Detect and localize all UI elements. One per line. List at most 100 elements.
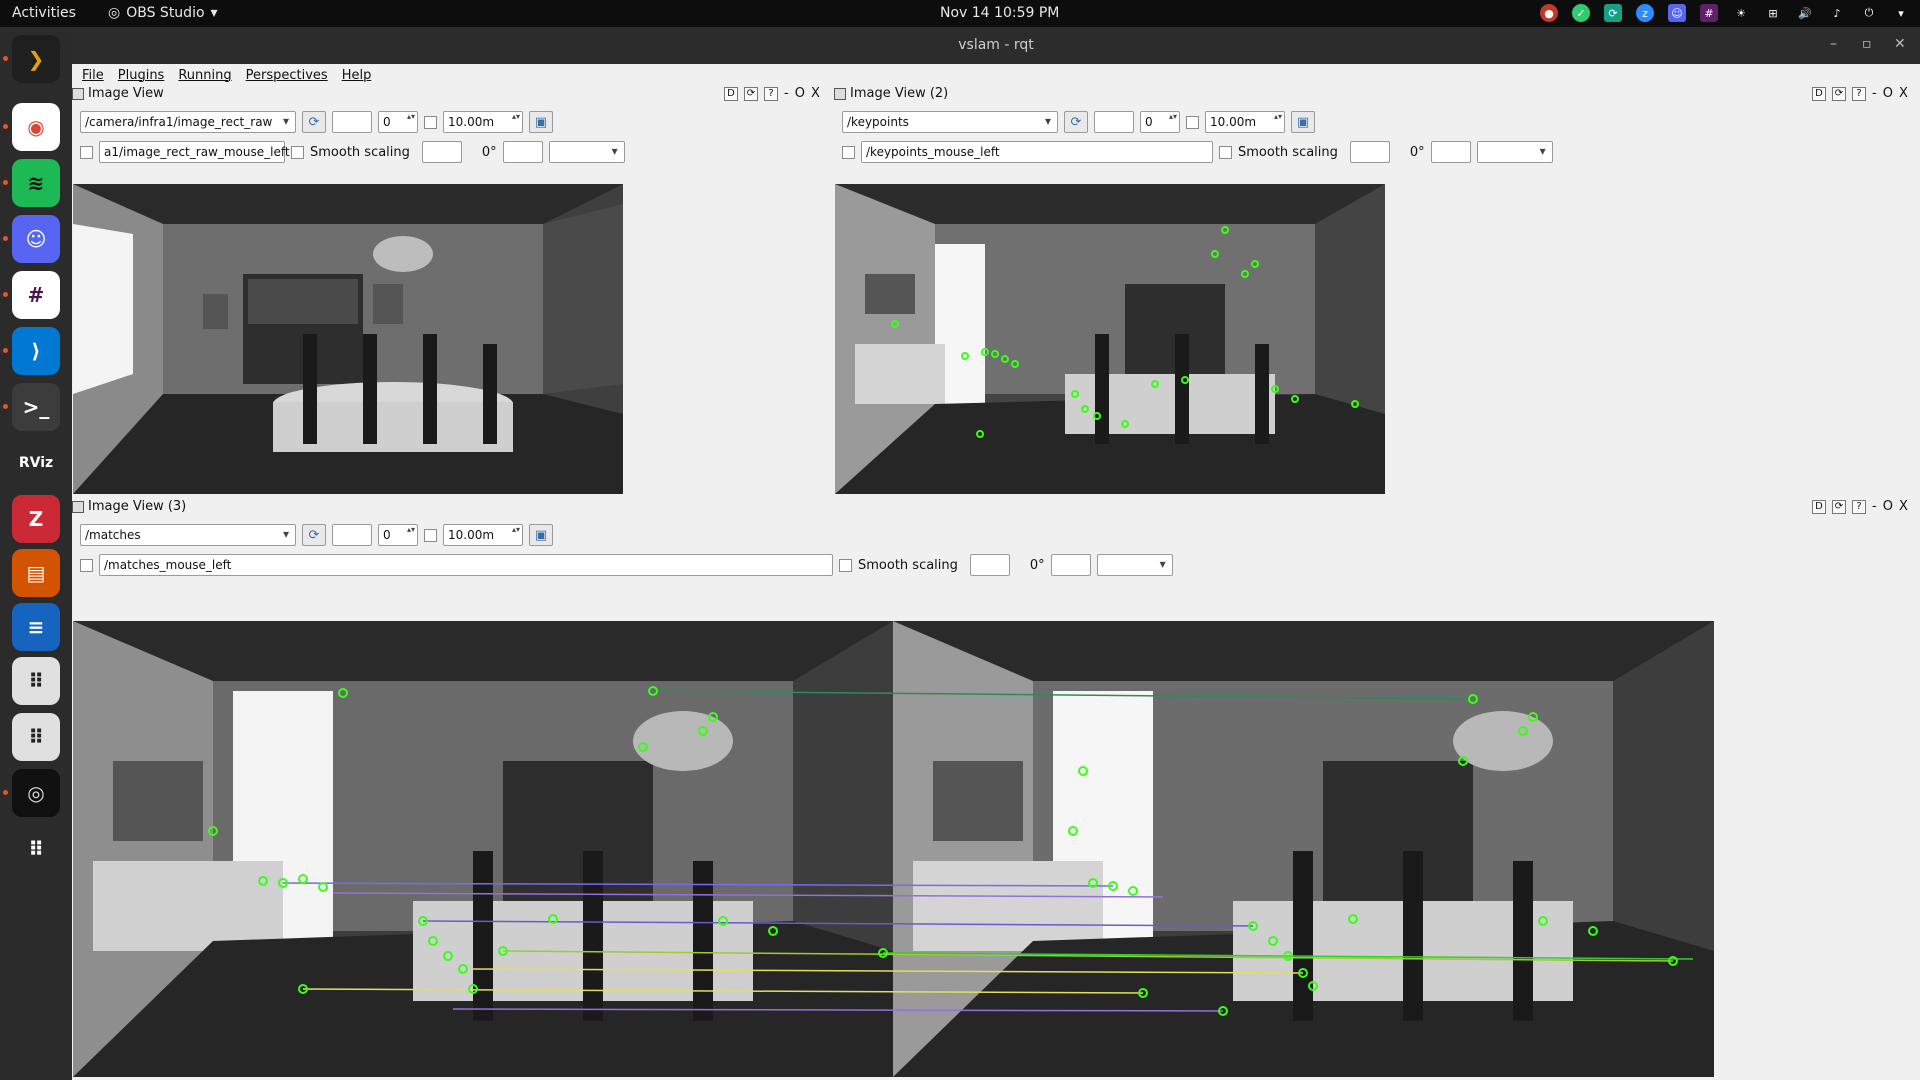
smooth-scaling-checkbox[interactable] bbox=[839, 558, 852, 572]
reload-icon[interactable]: ⟳ bbox=[1832, 86, 1846, 101]
close-pane-button[interactable]: X bbox=[1899, 499, 1908, 514]
min-spinbox[interactable]: 0 bbox=[378, 111, 418, 133]
obs-tray-icon[interactable]: ● bbox=[1540, 4, 1558, 22]
help-icon[interactable]: ? bbox=[1852, 86, 1866, 101]
menu-plugins[interactable]: Plugins bbox=[118, 68, 165, 83]
mouse-topic-field[interactable]: a1/image_rect_raw_mouse_left bbox=[99, 141, 290, 163]
rotate-select[interactable] bbox=[1096, 554, 1173, 576]
close-pane-button[interactable]: X bbox=[811, 86, 820, 101]
max-range-spinbox[interactable]: 10.00m bbox=[443, 524, 523, 546]
help-icon[interactable]: ? bbox=[1852, 499, 1866, 514]
chevron-down-icon[interactable]: ▾ bbox=[1892, 4, 1910, 22]
rotate-select[interactable] bbox=[1476, 141, 1553, 163]
topic-select[interactable]: /keypoints bbox=[842, 111, 1058, 133]
discord-tray-icon[interactable]: ☺ bbox=[1668, 4, 1686, 22]
discord-icon[interactable]: ☺ bbox=[12, 215, 60, 263]
max-range-spinbox[interactable]: 10.00m bbox=[1205, 111, 1285, 133]
mouse-topic-field[interactable]: /matches_mouse_left bbox=[99, 554, 833, 576]
help-icon[interactable]: ? bbox=[764, 86, 778, 101]
refresh-topics-icon[interactable]: ⟳ bbox=[302, 524, 326, 546]
close-icon[interactable]: ✕ bbox=[1894, 36, 1906, 52]
pane-icon bbox=[72, 500, 84, 513]
app-grid-b-icon[interactable]: ⠿ bbox=[12, 713, 60, 761]
show-apps-icon[interactable]: ⠿ bbox=[12, 825, 60, 873]
app-menu[interactable]: ◎ OBS Studio ▾ bbox=[108, 5, 218, 21]
minimize-icon[interactable]: – bbox=[1830, 36, 1837, 52]
min-spinbox[interactable]: 0 bbox=[1140, 111, 1180, 133]
min-value-field[interactable] bbox=[332, 524, 372, 546]
smooth-scaling-checkbox[interactable] bbox=[1219, 145, 1232, 159]
check-tray-icon[interactable]: ✓ bbox=[1572, 4, 1590, 22]
menu-perspectives[interactable]: Perspectives bbox=[246, 68, 328, 83]
save-image-icon[interactable]: ▣ bbox=[529, 524, 553, 546]
max-range-checkbox[interactable] bbox=[424, 528, 437, 542]
sync-tray-icon[interactable]: ⟳ bbox=[1604, 4, 1622, 22]
zotero-icon[interactable]: Z bbox=[12, 495, 60, 543]
brightness-icon[interactable]: ☀ bbox=[1732, 4, 1750, 22]
publish-mouse-checkbox[interactable] bbox=[842, 145, 855, 159]
reload-icon[interactable]: ⟳ bbox=[1832, 499, 1846, 514]
plex-icon[interactable]: ❯ bbox=[12, 35, 60, 83]
slack-icon[interactable]: # bbox=[12, 271, 60, 319]
obs-icon[interactable]: ◎ bbox=[12, 769, 60, 817]
publish-mouse-checkbox[interactable] bbox=[80, 558, 93, 572]
float-pane-button[interactable]: O bbox=[1883, 86, 1893, 101]
mic-icon[interactable]: ♪ bbox=[1828, 4, 1846, 22]
smooth-scaling-checkbox[interactable] bbox=[291, 145, 304, 159]
max-range-spinbox[interactable]: 10.00m bbox=[443, 111, 523, 133]
menu-file[interactable]: File bbox=[82, 68, 104, 83]
min-value-field[interactable] bbox=[332, 111, 372, 133]
min-spinbox[interactable]: 0 bbox=[378, 524, 418, 546]
power-icon[interactable]: ⏻ bbox=[1860, 4, 1878, 22]
mouse-topic-field[interactable]: /keypoints_mouse_left bbox=[861, 141, 1213, 163]
smooth-scaling-label: Smooth scaling bbox=[1238, 144, 1338, 160]
rotate-select[interactable] bbox=[548, 141, 625, 163]
rotation-field[interactable] bbox=[1430, 141, 1471, 163]
refresh-topics-icon[interactable]: ⟳ bbox=[1064, 111, 1088, 133]
clock[interactable]: Nov 14 10:59 PM bbox=[940, 5, 1059, 21]
dock-toggle-button[interactable]: D bbox=[1812, 499, 1826, 514]
impress-icon[interactable]: ▤ bbox=[12, 549, 60, 597]
network-icon[interactable]: ⊞ bbox=[1764, 4, 1782, 22]
terminal-icon[interactable]: >_ bbox=[12, 383, 60, 431]
float-pane-button[interactable]: O bbox=[1883, 499, 1893, 514]
camera-image[interactable] bbox=[73, 184, 623, 494]
activities-button[interactable]: Activities bbox=[12, 5, 76, 21]
zoom-tray-icon[interactable]: z bbox=[1636, 4, 1654, 22]
save-image-icon[interactable]: ▣ bbox=[529, 111, 553, 133]
app-grid-a-icon[interactable]: ⠿ bbox=[12, 657, 60, 705]
rotation-field[interactable] bbox=[502, 141, 543, 163]
save-image-icon[interactable]: ▣ bbox=[1291, 111, 1315, 133]
max-range-checkbox[interactable] bbox=[424, 115, 437, 129]
minimize-pane-button[interactable]: - bbox=[1872, 499, 1877, 514]
topic-select[interactable]: /camera/infra1/image_rect_raw bbox=[80, 111, 296, 133]
topic-select[interactable]: /matches bbox=[80, 524, 296, 546]
close-pane-button[interactable]: X bbox=[1899, 86, 1908, 101]
scale-field[interactable] bbox=[421, 141, 462, 163]
vscode-icon[interactable]: ⟩ bbox=[12, 327, 60, 375]
minimize-pane-button[interactable]: - bbox=[784, 86, 789, 101]
slack-tray-icon[interactable]: # bbox=[1700, 4, 1718, 22]
rotation-field[interactable] bbox=[1050, 554, 1091, 576]
reload-icon[interactable]: ⟳ bbox=[744, 86, 758, 101]
maximize-icon[interactable]: ▫ bbox=[1862, 36, 1872, 52]
dock-toggle-button[interactable]: D bbox=[724, 86, 738, 101]
menu-running[interactable]: Running bbox=[178, 68, 231, 83]
float-pane-button[interactable]: O bbox=[795, 86, 805, 101]
dock-toggle-button[interactable]: D bbox=[1812, 86, 1826, 101]
min-value-field[interactable] bbox=[1094, 111, 1134, 133]
matches-image[interactable] bbox=[73, 621, 1714, 1077]
chrome-icon[interactable]: ◉ bbox=[12, 103, 60, 151]
publish-mouse-checkbox[interactable] bbox=[80, 145, 93, 159]
refresh-topics-icon[interactable]: ⟳ bbox=[302, 111, 326, 133]
menu-help[interactable]: Help bbox=[342, 68, 372, 83]
writer-icon[interactable]: ≡ bbox=[12, 603, 60, 651]
keypoints-image[interactable] bbox=[835, 184, 1385, 494]
volume-icon[interactable]: 🔊 bbox=[1796, 4, 1814, 22]
spotify-icon[interactable]: ≋ bbox=[12, 159, 60, 207]
minimize-pane-button[interactable]: - bbox=[1872, 86, 1877, 101]
scale-field[interactable] bbox=[969, 554, 1010, 576]
rviz-icon[interactable]: RViz bbox=[12, 439, 60, 487]
scale-field[interactable] bbox=[1349, 141, 1390, 163]
max-range-checkbox[interactable] bbox=[1186, 115, 1199, 129]
